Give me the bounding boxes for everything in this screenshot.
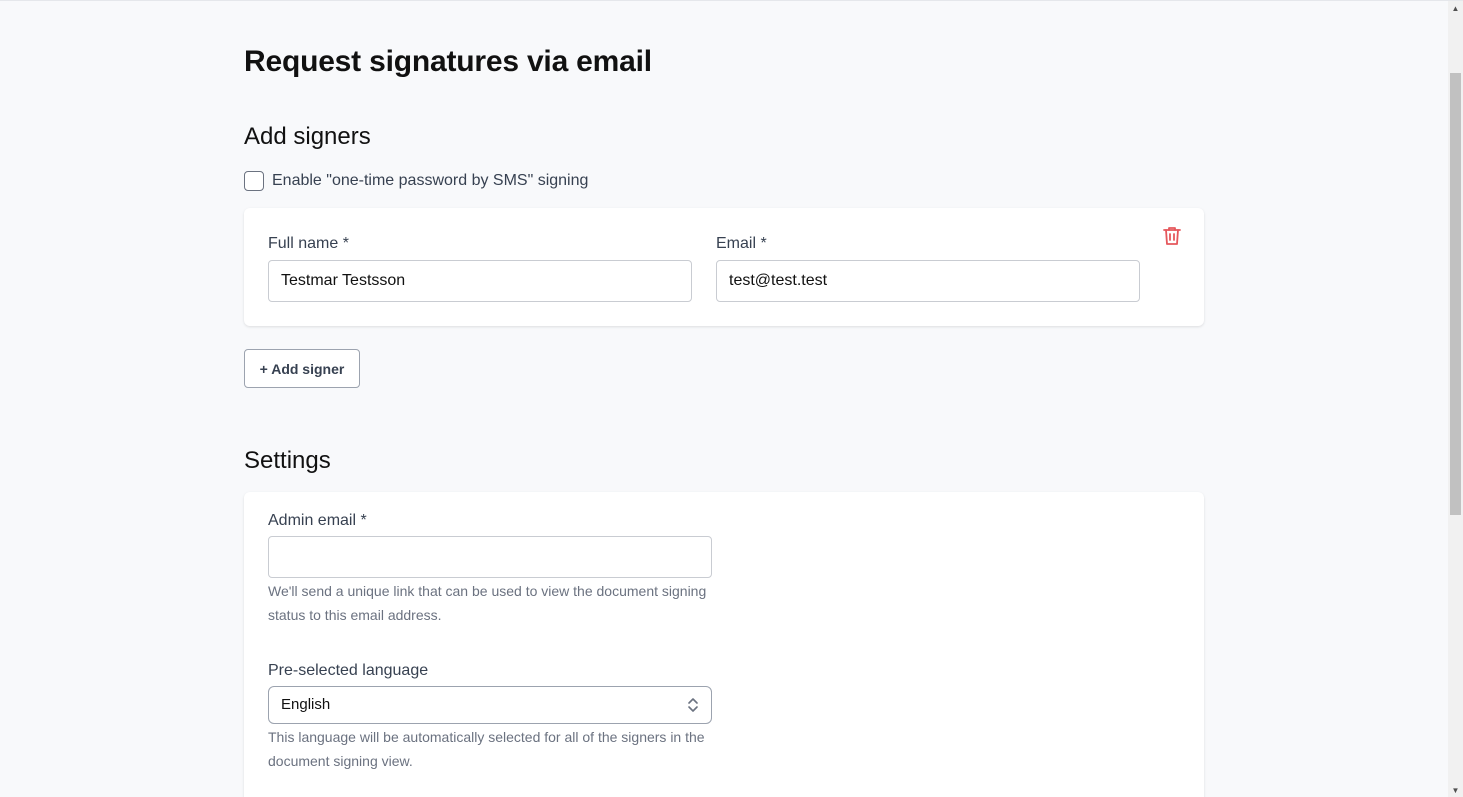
add-signer-button[interactable]: + Add signer bbox=[244, 349, 360, 388]
trash-icon[interactable] bbox=[1160, 224, 1184, 248]
select-arrows-icon bbox=[688, 698, 698, 712]
full-name-input[interactable]: Testmar Testsson bbox=[268, 260, 692, 302]
email-input[interactable]: test@test.test bbox=[716, 260, 1140, 302]
sms-signing-checkbox[interactable] bbox=[244, 171, 264, 191]
scroll-down-arrow-icon[interactable]: ▼ bbox=[1448, 783, 1463, 797]
email-label: Email * bbox=[716, 235, 767, 252]
vertical-scrollbar[interactable]: ▲ ▼ bbox=[1448, 1, 1463, 797]
language-select[interactable]: English bbox=[268, 686, 712, 724]
language-label: Pre-selected language bbox=[268, 662, 429, 679]
admin-email-input[interactable] bbox=[268, 536, 712, 578]
settings-card: Admin email * We'll send a unique link t… bbox=[244, 492, 1204, 797]
sms-signing-label: Enable "one-time password by SMS" signin… bbox=[272, 172, 589, 189]
language-select-value: English bbox=[281, 696, 331, 713]
admin-email-help-text: We'll send a unique link that can be use… bbox=[268, 583, 707, 623]
settings-heading: Settings bbox=[244, 447, 331, 474]
scroll-up-arrow-icon[interactable]: ▲ bbox=[1448, 1, 1463, 16]
admin-email-label: Admin email * bbox=[268, 512, 367, 529]
add-signers-heading: Add signers bbox=[244, 123, 371, 150]
language-help-text: This language will be automatically sele… bbox=[268, 729, 705, 769]
sms-signing-option: Enable "one-time password by SMS" signin… bbox=[244, 171, 588, 191]
signer-card: Full name * Testmar Testsson Email * tes… bbox=[244, 208, 1204, 326]
full-name-label: Full name * bbox=[268, 235, 349, 252]
scrollbar-thumb[interactable] bbox=[1450, 73, 1461, 515]
page-title: Request signatures via email bbox=[244, 45, 652, 78]
